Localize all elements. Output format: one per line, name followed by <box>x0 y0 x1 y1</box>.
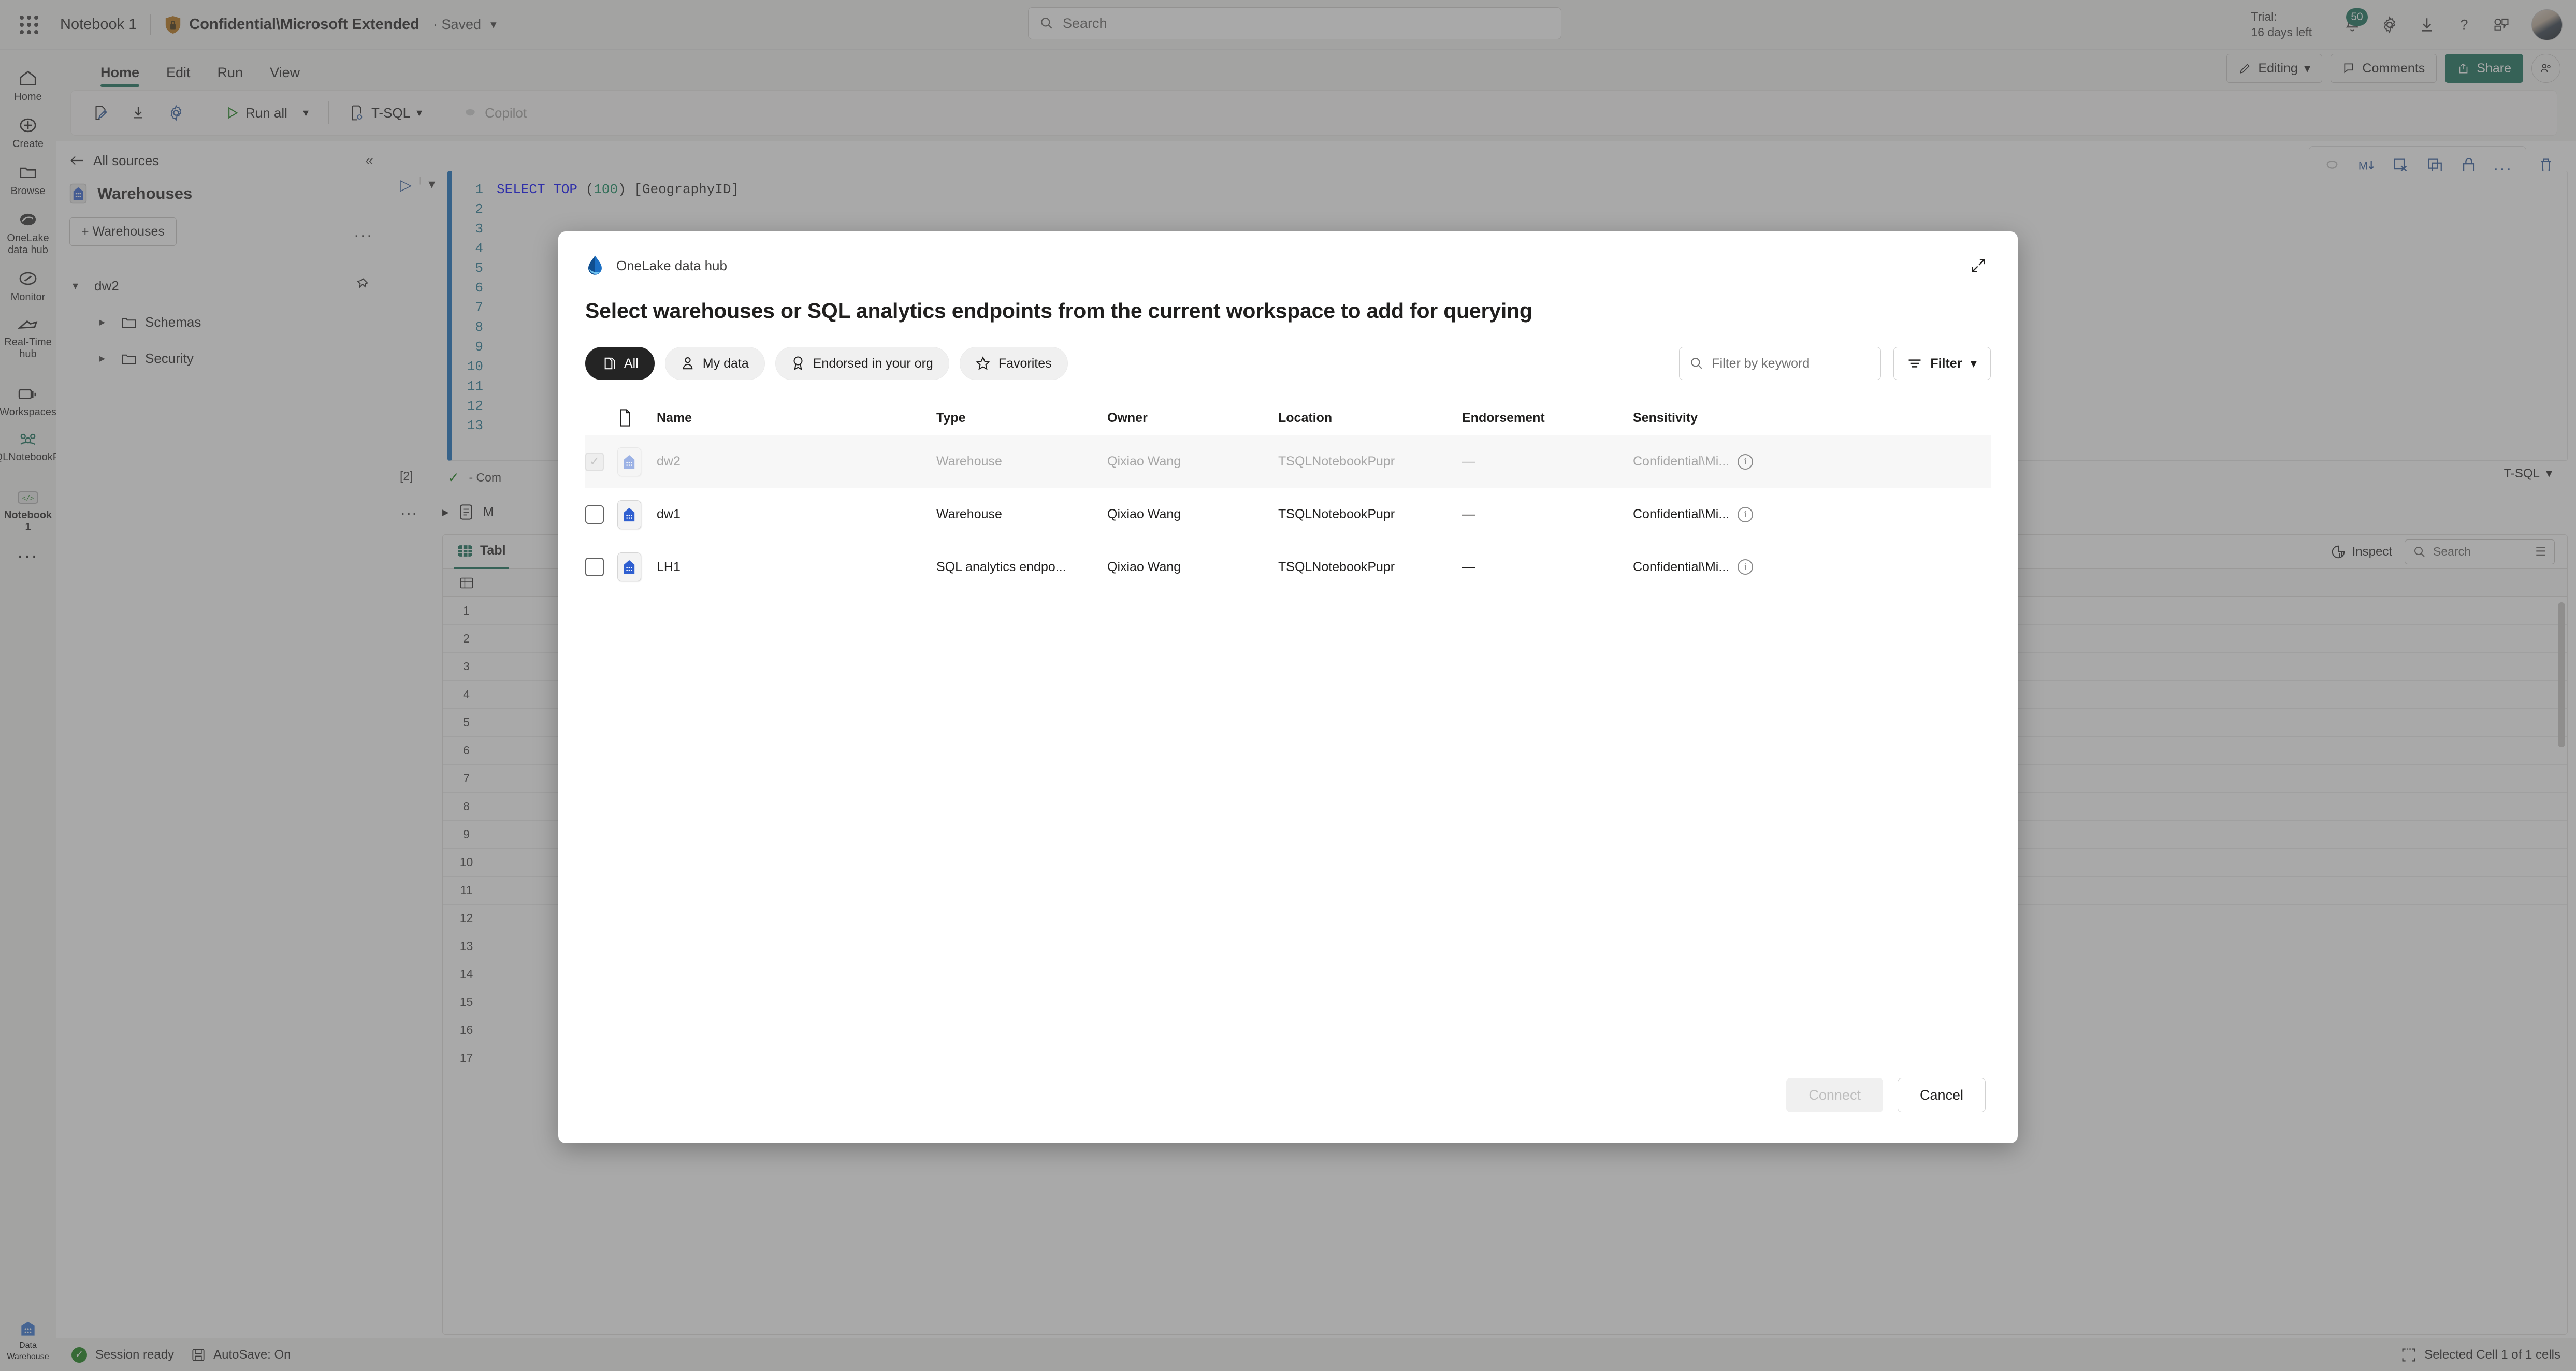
cancel-button[interactable]: Cancel <box>1897 1078 1986 1112</box>
row-type-icon-cell <box>617 552 657 581</box>
row-location: TSQLNotebookPupr <box>1278 559 1395 574</box>
filter-pill-label: My data <box>702 356 749 371</box>
row-name: dw2 <box>657 454 681 469</box>
row-sensitivity-cell: Confidential\Mi... i <box>1633 559 1991 575</box>
filter-pill-label: All <box>624 356 639 371</box>
connect-button[interactable]: Connect <box>1786 1078 1883 1112</box>
row-name: LH1 <box>657 559 681 574</box>
column-header-name[interactable]: Name <box>657 411 936 426</box>
filter-button-label: Filter <box>1930 356 1962 371</box>
filter-pill-favorites[interactable]: Favorites <box>959 347 1068 380</box>
table-header-row: Name Type Owner Location Endorsement Sen… <box>585 401 1991 435</box>
all-stack-icon <box>604 357 615 370</box>
row-type: Warehouse <box>936 454 1002 469</box>
row-type: Warehouse <box>936 507 1002 521</box>
filter-pill-label: Endorsed in your org <box>813 356 933 371</box>
onelake-logo-icon <box>588 255 602 275</box>
row-checkbox-cell <box>585 558 617 576</box>
document-icon <box>620 409 630 427</box>
search-icon <box>1691 358 1702 369</box>
sql-analytics-endpoint-icon <box>617 552 641 581</box>
warehouse-icon <box>617 447 641 476</box>
column-header-type[interactable]: Type <box>936 411 1107 426</box>
person-icon <box>683 357 693 370</box>
item-type-icon-column <box>617 409 657 427</box>
row-checkbox[interactable] <box>585 505 604 524</box>
chevron-down-icon: ▾ <box>1970 356 1977 371</box>
info-icon[interactable]: i <box>1738 454 1754 470</box>
row-name: dw1 <box>657 507 681 521</box>
keyword-filter-placeholder: Filter by keyword <box>1712 356 1810 371</box>
dialog-title: Select warehouses or SQL analytics endpo… <box>585 299 1532 323</box>
items-table: Name Type Owner Location Endorsement Sen… <box>558 401 2018 593</box>
table-row-lh1[interactable]: LH1 SQL analytics endpo... Qixiao Wang T… <box>585 541 1991 593</box>
badge-icon <box>793 356 803 371</box>
row-endorsement: — <box>1462 507 1475 521</box>
filter-lines-icon <box>1908 359 1921 368</box>
keyword-filter-input[interactable]: Filter by keyword <box>1679 347 1882 380</box>
row-location: TSQLNotebookPupr <box>1278 507 1395 521</box>
row-sensitivity-cell: Confidential\Mi... i <box>1633 454 1991 470</box>
dialog-filter-right: Filter by keyword Filter ▾ <box>1679 347 1991 380</box>
dialog-header: OneLake data hub <box>558 231 2018 278</box>
dialog-footer: Connect Cancel <box>558 1078 2018 1143</box>
filter-pill-all[interactable]: All <box>585 347 655 380</box>
row-endorsement: — <box>1462 454 1475 469</box>
warehouse-icon <box>617 500 641 529</box>
dialog-brand: OneLake data hub <box>585 255 727 276</box>
dialog-brand-label: OneLake data hub <box>616 257 727 273</box>
row-checkbox-cell <box>585 505 617 524</box>
row-checkbox-cell <box>585 452 617 471</box>
row-type: SQL analytics endpo... <box>936 559 1066 574</box>
row-endorsement: — <box>1462 559 1475 574</box>
row-location: TSQLNotebookPupr <box>1278 454 1395 469</box>
table-row-dw2: dw2 Warehouse Qixiao Wang TSQLNotebookPu… <box>585 435 1991 488</box>
row-sensitivity: Confidential\Mi... <box>1633 454 1730 469</box>
dialog-filter-bar: All My data Endorsed in your org Favorit… <box>558 323 2018 380</box>
filter-pill-my-data[interactable]: My data <box>664 347 765 380</box>
row-type-icon-cell <box>617 447 657 476</box>
info-icon[interactable]: i <box>1738 559 1754 575</box>
row-owner: Qixiao Wang <box>1107 559 1181 574</box>
star-icon <box>976 356 990 370</box>
filter-pill-label: Favorites <box>998 356 1052 371</box>
filter-pill-endorsed[interactable]: Endorsed in your org <box>775 347 949 380</box>
row-sensitivity-cell: Confidential\Mi... i <box>1633 506 1991 522</box>
row-sensitivity: Confidential\Mi... <box>1633 507 1730 521</box>
row-owner: Qixiao Wang <box>1107 454 1181 469</box>
info-icon[interactable]: i <box>1738 506 1754 522</box>
column-header-owner[interactable]: Owner <box>1107 411 1278 426</box>
row-checkbox[interactable] <box>585 558 604 576</box>
row-sensitivity: Confidential\Mi... <box>1633 559 1730 574</box>
filter-button[interactable]: Filter ▾ <box>1893 347 1991 380</box>
row-type-icon-cell <box>617 500 657 529</box>
column-header-location[interactable]: Location <box>1278 411 1462 426</box>
column-header-sensitivity[interactable]: Sensitivity <box>1633 411 1991 426</box>
row-owner: Qixiao Wang <box>1107 507 1181 521</box>
row-checkbox <box>585 452 604 471</box>
expand-dialog-icon[interactable] <box>1966 253 1991 278</box>
column-header-endorsement[interactable]: Endorsement <box>1462 411 1633 426</box>
onelake-data-hub-dialog: OneLake data hub Select warehouses or SQ… <box>558 231 2018 1143</box>
table-row-dw1[interactable]: dw1 Warehouse Qixiao Wang TSQLNotebookPu… <box>585 488 1991 541</box>
